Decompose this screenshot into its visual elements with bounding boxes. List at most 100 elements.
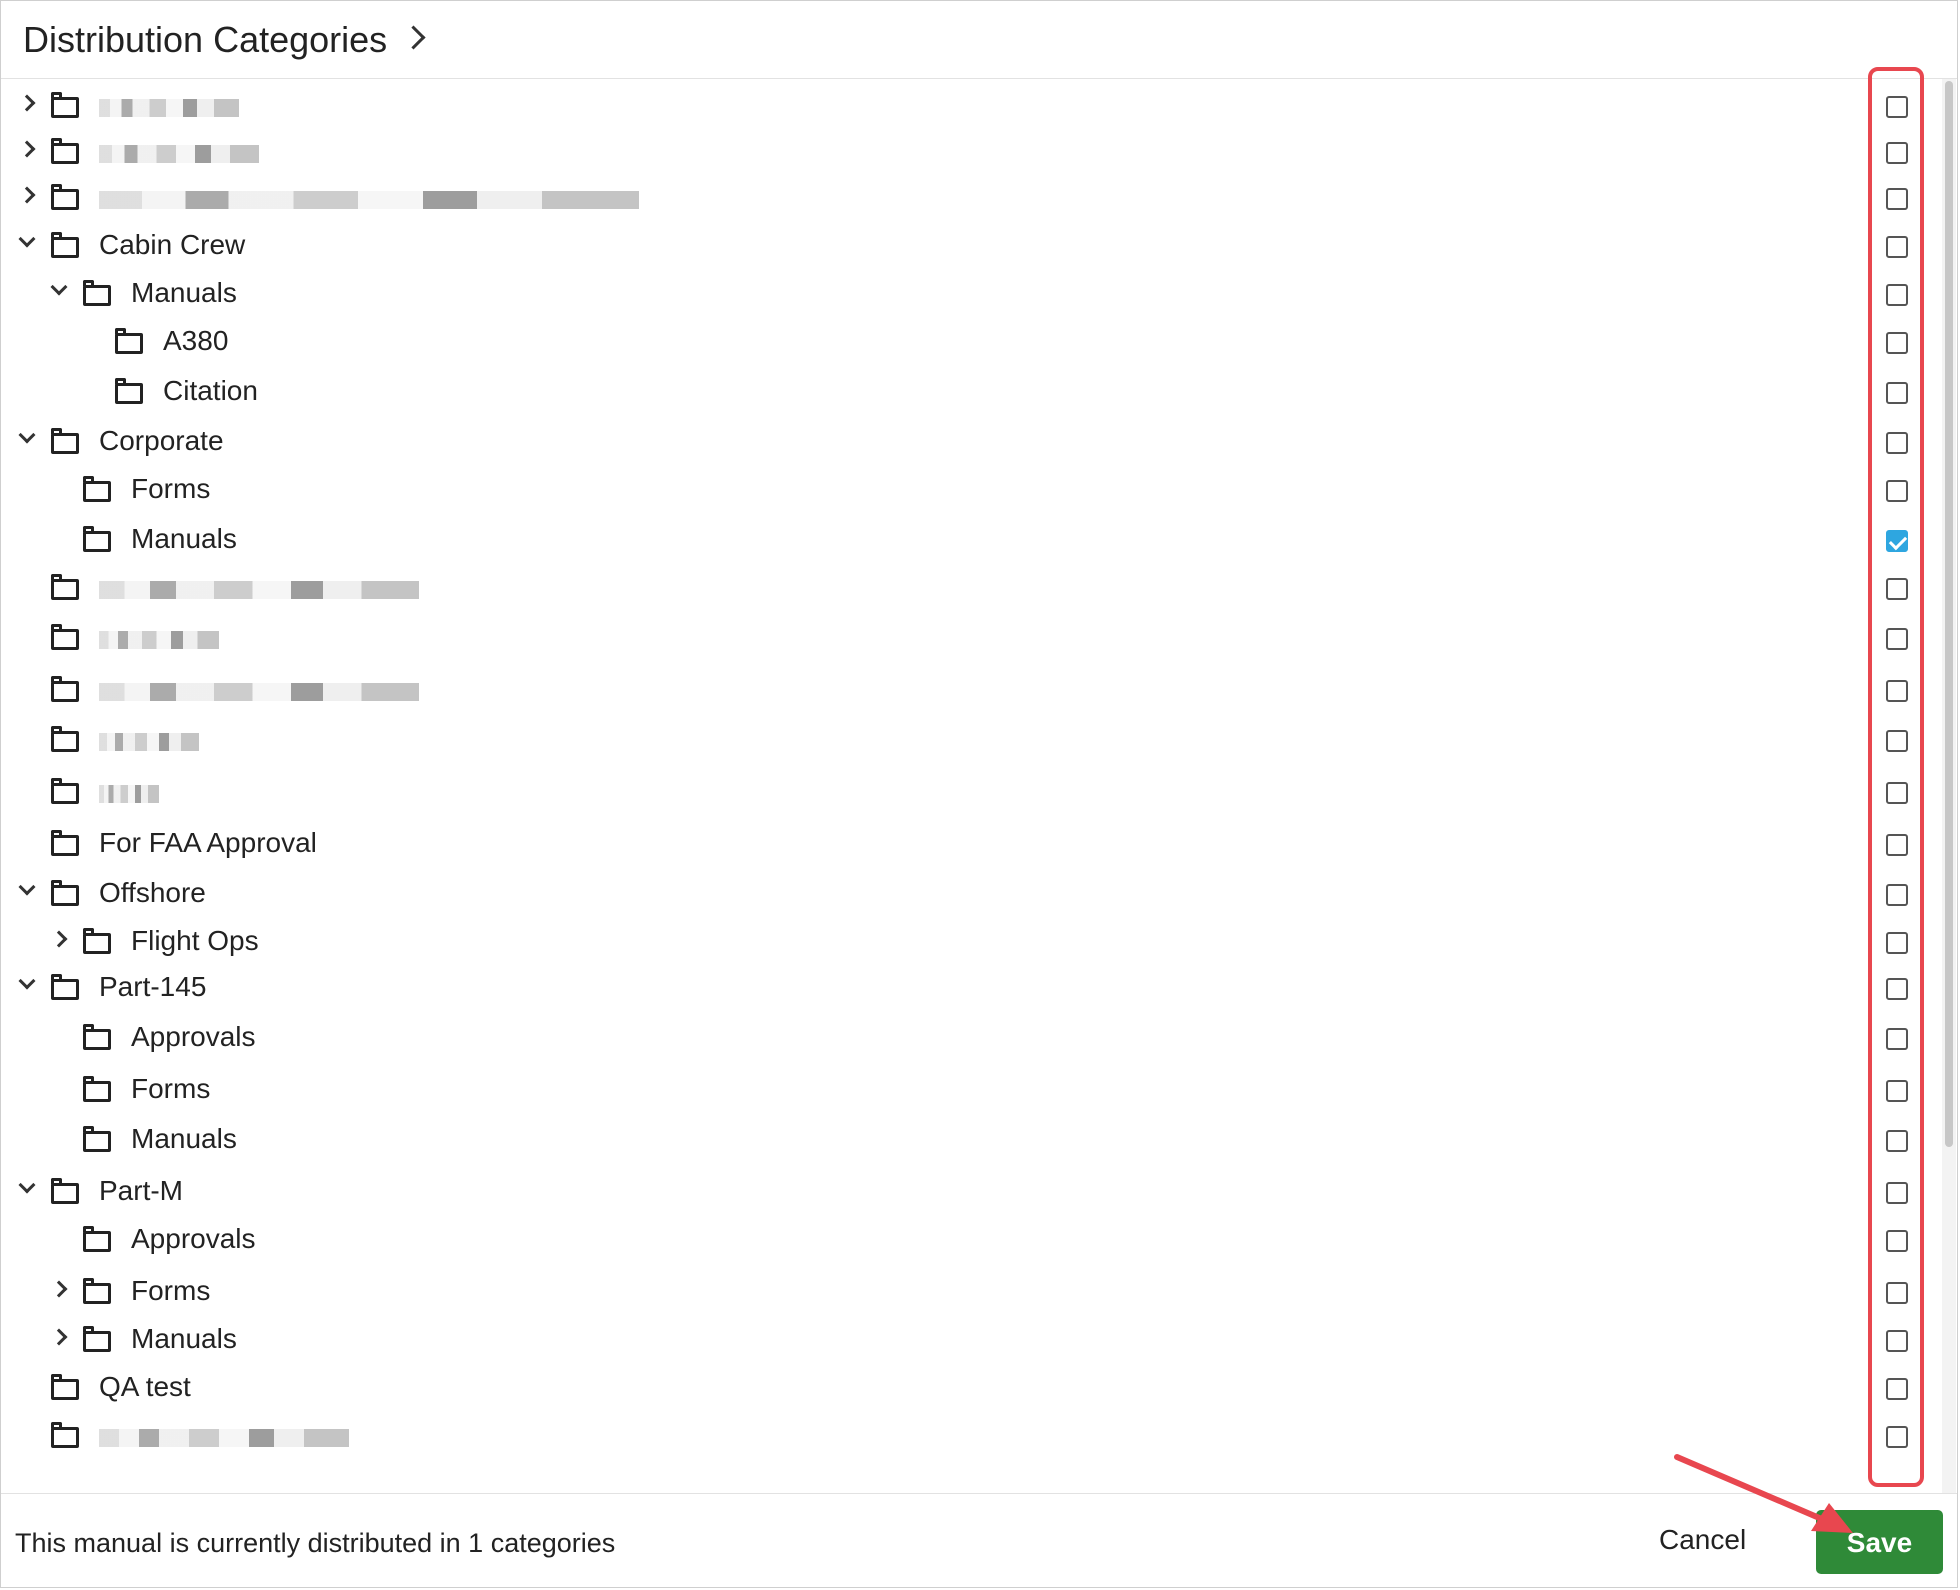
tree-item-label: Part-M (99, 1175, 183, 1206)
folder-icon (83, 280, 111, 306)
folder-icon (51, 624, 79, 650)
tree-item-label: Forms (131, 1073, 211, 1104)
tree-row[interactable]: Forms (1, 1271, 1908, 1315)
collapse-chevron-icon[interactable] (18, 1176, 36, 1194)
folder-icon (83, 1076, 111, 1102)
collapse-chevron-icon[interactable] (50, 278, 68, 296)
folder-icon (51, 778, 79, 804)
redacted-label (99, 631, 219, 649)
tree-item-label: For FAA Approval (99, 827, 317, 858)
folder-icon (51, 1374, 79, 1400)
redacted-label (99, 1429, 349, 1447)
folder-icon (51, 676, 79, 702)
tree-item-label: Part-145 (99, 971, 207, 1002)
tree-item-label: Manuals (131, 1323, 237, 1354)
tree-item-label: Manuals (131, 1123, 237, 1154)
folder-icon (83, 1278, 111, 1304)
dialog-footer: This manual is currently distributed in … (1, 1493, 1957, 1589)
tree-item-label: Manuals (131, 523, 237, 554)
folder-icon (115, 328, 143, 354)
checkbox-column-highlight (1868, 67, 1924, 1487)
tree-item-label: A380 (163, 325, 229, 356)
dialog-header: Distribution Categories (1, 1, 1957, 79)
expand-chevron-icon[interactable] (50, 1280, 68, 1298)
redacted-label (99, 785, 159, 803)
expand-chevron-icon[interactable] (50, 930, 68, 948)
folder-icon (51, 1422, 79, 1448)
distribution-status: This manual is currently distributed in … (15, 1528, 616, 1558)
tree-row[interactable]: Manuals (1, 1119, 1908, 1163)
tree-scrollbar[interactable] (1942, 79, 1956, 1493)
tree-row[interactable]: Cabin Crew (1, 225, 1908, 269)
collapse-chevron-icon[interactable] (18, 878, 36, 896)
folder-icon (83, 1024, 111, 1050)
folder-icon (83, 928, 111, 954)
tree-row[interactable] (1, 669, 1908, 713)
tree-row[interactable] (1, 719, 1908, 763)
redacted-label (99, 191, 639, 209)
folder-icon (51, 92, 79, 118)
redacted-label (99, 581, 419, 599)
tree-item-label: Cabin Crew (99, 229, 246, 260)
tree-row[interactable]: Approvals (1, 1219, 1908, 1263)
tree-row[interactable]: Manuals (1, 519, 1908, 563)
tree-row[interactable]: For FAA Approval (1, 823, 1908, 867)
folder-icon (51, 428, 79, 454)
tree-item-label: Forms (131, 1275, 211, 1306)
tree-row[interactable] (1, 177, 1908, 221)
folder-icon (51, 726, 79, 752)
expand-chevron-icon[interactable] (50, 1328, 68, 1346)
folder-icon (51, 880, 79, 906)
expand-chevron-icon[interactable] (18, 140, 36, 158)
folder-icon (51, 574, 79, 600)
category-tree: Cabin Crew Manuals A380 Citation Corporate Fo… (1, 81, 1931, 1493)
tree-row[interactable]: Part-145 (1, 967, 1908, 1011)
breadcrumb-chevron-icon[interactable] (401, 25, 426, 50)
folder-icon (51, 184, 79, 210)
annotation-arrow-icon (1674, 1454, 1853, 1533)
expand-chevron-icon[interactable] (18, 186, 36, 204)
tree-row[interactable]: Approvals (1, 1017, 1908, 1061)
tree-row[interactable]: Manuals (1, 273, 1908, 317)
tree-row[interactable]: Citation (1, 371, 1908, 415)
tree-row[interactable] (1, 617, 1908, 661)
folder-icon (51, 1178, 79, 1204)
tree-row[interactable]: Part-M (1, 1171, 1908, 1215)
tree-item-label: Citation (163, 375, 258, 406)
tree-row[interactable]: Corporate (1, 421, 1908, 465)
folder-icon (83, 1226, 111, 1252)
tree-row[interactable]: Manuals (1, 1319, 1908, 1363)
tree-item-label: Approvals (131, 1223, 256, 1254)
collapse-chevron-icon[interactable] (18, 972, 36, 990)
scroll-thumb[interactable] (1945, 81, 1953, 1147)
folder-icon (51, 830, 79, 856)
tree-row[interactable]: Forms (1, 469, 1908, 513)
tree-item-label: Manuals (131, 277, 237, 308)
collapse-chevron-icon[interactable] (18, 426, 36, 444)
tree-row[interactable]: Offshore (1, 873, 1908, 917)
redacted-label (99, 683, 419, 701)
folder-icon (83, 526, 111, 552)
redacted-label (99, 733, 199, 751)
tree-item-label: Flight Ops (131, 925, 259, 956)
tree-row[interactable]: QA test (1, 1367, 1908, 1411)
redacted-label (99, 99, 239, 117)
expand-chevron-icon[interactable] (18, 94, 36, 112)
folder-icon (51, 974, 79, 1000)
tree-row[interactable]: A380 (1, 321, 1908, 365)
collapse-chevron-icon[interactable] (18, 230, 36, 248)
folder-icon (115, 378, 143, 404)
folder-icon (83, 1126, 111, 1152)
tree-item-label: Approvals (131, 1021, 256, 1052)
tree-item-label: Corporate (99, 425, 224, 456)
tree-row[interactable] (1, 1415, 1908, 1459)
folder-icon (51, 232, 79, 258)
folder-icon (83, 476, 111, 502)
tree-row[interactable] (1, 771, 1908, 815)
tree-row[interactable] (1, 567, 1908, 611)
tree-row[interactable]: Forms (1, 1069, 1908, 1113)
tree-row[interactable] (1, 131, 1908, 175)
tree-row[interactable]: Flight Ops (1, 921, 1908, 965)
folder-icon (83, 1326, 111, 1352)
tree-row[interactable] (1, 85, 1908, 129)
